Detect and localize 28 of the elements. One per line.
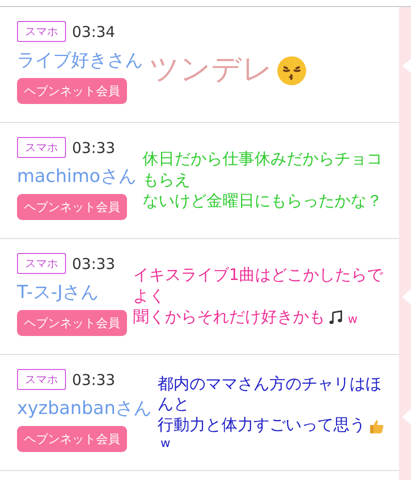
post-time: 03:33 — [72, 138, 116, 156]
caption-text: ないけど金曜日にもらったかな？ — [142, 190, 382, 212]
caption-text: 行動力と体力すごいって思う — [157, 415, 366, 436]
thumbs-up-icon — [368, 418, 386, 434]
member-button[interactable]: ヘブンネット会員 — [17, 426, 127, 452]
member-button[interactable]: ヘブンネット会員 — [17, 194, 127, 220]
device-tag: スマホ — [17, 21, 66, 42]
user-name[interactable]: xyzbanbanさん — [17, 396, 152, 420]
caption-text: 休日だから仕事休みだからチョコもらえ — [142, 149, 384, 191]
user-name[interactable]: machimoさん — [17, 164, 136, 188]
caption-text: イキスライブ1曲はどこかしたらでよく — [133, 265, 384, 307]
device-tag: スマホ — [17, 369, 66, 390]
caption-text: 聞くからそれだけ好きかも — [133, 306, 325, 328]
post-time: 03:34 — [72, 22, 116, 40]
caption-text: ツンデレ — [149, 51, 273, 89]
kissing-face-icon — [276, 54, 308, 86]
member-button[interactable]: ヘブンネット会員 — [17, 78, 127, 104]
post-time: 03:33 — [72, 370, 116, 388]
caption-text: w — [160, 436, 170, 452]
post-time: 03:33 — [72, 254, 116, 272]
member-button[interactable]: ヘブンネット会員 — [17, 310, 127, 336]
caption-text: w — [348, 312, 358, 328]
user-name[interactable]: T-ス-Jさん — [17, 280, 99, 304]
caption-text: 都内のママさん方のチャリはほんと — [157, 374, 382, 416]
device-tag: スマホ — [17, 137, 66, 158]
user-name[interactable]: ライブ好きさん — [17, 48, 143, 72]
music-notes-icon — [328, 309, 345, 326]
device-tag: スマホ — [17, 253, 66, 274]
